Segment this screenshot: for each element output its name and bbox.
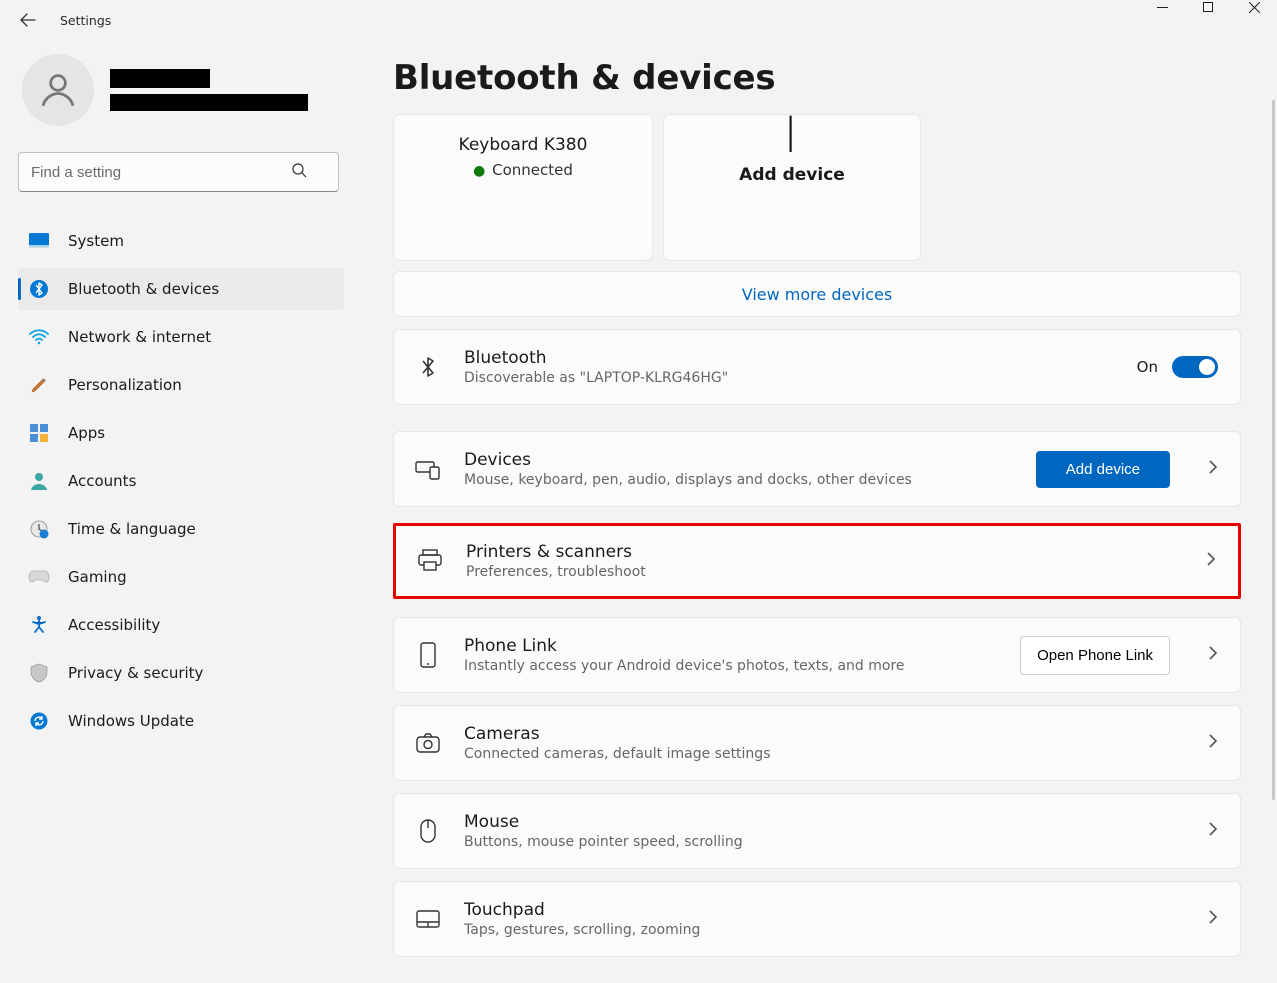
sidebar-item-network[interactable]: Network & internet <box>18 316 344 358</box>
sidebar-item-label: Gaming <box>68 568 127 586</box>
plus-icon: │ <box>783 115 802 149</box>
add-device-button[interactable]: Add device <box>1036 451 1170 488</box>
sidebar: System Bluetooth & devices Network & int… <box>0 40 363 983</box>
device-status: ● Connected <box>394 161 652 179</box>
clock-globe-icon <box>28 518 50 540</box>
chevron-right-icon <box>1206 551 1216 571</box>
system-icon <box>28 230 50 252</box>
close-button[interactable] <box>1231 0 1277 32</box>
sidebar-item-label: Apps <box>68 424 105 442</box>
sidebar-item-label: Privacy & security <box>68 664 203 682</box>
setting-title: Cameras <box>464 724 1186 744</box>
page-title: Bluetooth & devices <box>393 58 1241 98</box>
chevron-right-icon <box>1208 821 1218 841</box>
setting-subtitle: Mouse, keyboard, pen, audio, displays an… <box>464 472 1014 488</box>
sidebar-item-apps[interactable]: Apps <box>18 412 344 454</box>
setting-subtitle: Connected cameras, default image setting… <box>464 746 1186 762</box>
sidebar-item-label: System <box>68 232 124 250</box>
chevron-right-icon <box>1208 909 1218 929</box>
touchpad-icon <box>414 905 442 933</box>
apps-icon <box>28 422 50 444</box>
phone-link-card[interactable]: Phone Link Instantly access your Android… <box>393 617 1241 693</box>
sidebar-item-label: Bluetooth & devices <box>68 280 219 298</box>
sidebar-item-bluetooth-devices[interactable]: Bluetooth & devices <box>18 268 344 310</box>
chevron-right-icon <box>1208 459 1218 479</box>
sidebar-item-label: Accessibility <box>68 616 160 634</box>
setting-title: Bluetooth <box>464 348 1115 368</box>
back-button[interactable] <box>18 10 38 30</box>
accounts-icon <box>28 470 50 492</box>
shield-icon <box>28 662 50 684</box>
sidebar-item-label: Accounts <box>68 472 136 490</box>
sidebar-item-privacy[interactable]: Privacy & security <box>18 652 344 694</box>
window-title: Settings <box>60 13 111 28</box>
setting-title: Devices <box>464 450 1014 470</box>
sidebar-item-label: Personalization <box>68 376 182 394</box>
maximize-button[interactable] <box>1185 0 1231 32</box>
sidebar-item-windows-update[interactable]: Windows Update <box>18 700 344 742</box>
wifi-icon <box>28 326 50 348</box>
sidebar-item-accessibility[interactable]: Accessibility <box>18 604 344 646</box>
sidebar-item-personalization[interactable]: Personalization <box>18 364 344 406</box>
devices-icon <box>414 455 442 483</box>
setting-subtitle: Buttons, mouse pointer speed, scrolling <box>464 834 1186 850</box>
bluetooth-icon <box>28 278 50 300</box>
avatar <box>22 54 94 126</box>
scrollbar[interactable] <box>1272 100 1275 800</box>
setting-title: Phone Link <box>464 636 998 656</box>
sidebar-item-gaming[interactable]: Gaming <box>18 556 344 598</box>
mouse-icon <box>414 817 442 845</box>
sidebar-item-time-language[interactable]: Time & language <box>18 508 344 550</box>
profile-name-redacted <box>110 69 308 111</box>
bluetooth-toggle-card[interactable]: Bluetooth Discoverable as "LAPTOP-KLRG46… <box>393 329 1241 405</box>
device-name: Keyboard K380 <box>394 135 652 155</box>
setting-subtitle: Instantly access your Android device's p… <box>464 658 998 674</box>
paintbrush-icon <box>28 374 50 396</box>
sidebar-item-label: Windows Update <box>68 712 194 730</box>
main-content: Bluetooth & devices Keyboard K380 ● Conn… <box>363 40 1277 983</box>
touchpad-card[interactable]: Touchpad Taps, gestures, scrolling, zoom… <box>393 881 1241 957</box>
setting-subtitle: Discoverable as "LAPTOP-KLRG46HG" <box>464 370 1115 386</box>
update-icon <box>28 710 50 732</box>
window-controls <box>1139 0 1277 32</box>
person-icon <box>37 69 79 111</box>
device-card-keyboard[interactable]: Keyboard K380 ● Connected <box>393 114 653 261</box>
bluetooth-outline-icon <box>414 353 442 381</box>
bluetooth-toggle[interactable] <box>1172 356 1218 378</box>
setting-subtitle: Preferences, troubleshoot <box>466 564 1184 580</box>
setting-subtitle: Taps, gestures, scrolling, zooming <box>464 922 1186 938</box>
accessibility-icon <box>28 614 50 636</box>
back-arrow-icon <box>20 12 36 28</box>
setting-title: Touchpad <box>464 900 1186 920</box>
sidebar-item-label: Time & language <box>68 520 196 538</box>
add-device-card[interactable]: │ Add device <box>663 114 921 261</box>
phone-icon <box>414 641 442 669</box>
sidebar-item-system[interactable]: System <box>18 220 344 262</box>
chevron-right-icon <box>1208 733 1218 753</box>
printer-icon <box>416 547 444 575</box>
camera-icon <box>414 729 442 757</box>
sidebar-item-accounts[interactable]: Accounts <box>18 460 344 502</box>
nav: System Bluetooth & devices Network & int… <box>18 220 345 742</box>
printers-scanners-card[interactable]: Printers & scanners Preferences, trouble… <box>393 523 1241 599</box>
profile-block[interactable] <box>18 50 345 130</box>
devices-card[interactable]: Devices Mouse, keyboard, pen, audio, dis… <box>393 431 1241 507</box>
open-phone-link-button[interactable]: Open Phone Link <box>1020 636 1170 675</box>
chevron-right-icon <box>1208 645 1218 665</box>
setting-title: Mouse <box>464 812 1186 832</box>
search-icon <box>291 162 307 182</box>
sidebar-item-label: Network & internet <box>68 328 211 346</box>
toggle-state-label: On <box>1137 358 1158 376</box>
cameras-card[interactable]: Cameras Connected cameras, default image… <box>393 705 1241 781</box>
setting-title: Printers & scanners <box>466 542 1184 562</box>
mouse-card[interactable]: Mouse Buttons, mouse pointer speed, scro… <box>393 793 1241 869</box>
view-more-devices-link[interactable]: View more devices <box>393 271 1241 317</box>
gamepad-icon <box>28 566 50 588</box>
titlebar: Settings <box>0 0 1277 40</box>
search-box[interactable] <box>18 152 345 192</box>
add-device-label: Add device <box>739 165 845 185</box>
minimize-button[interactable] <box>1139 0 1185 32</box>
